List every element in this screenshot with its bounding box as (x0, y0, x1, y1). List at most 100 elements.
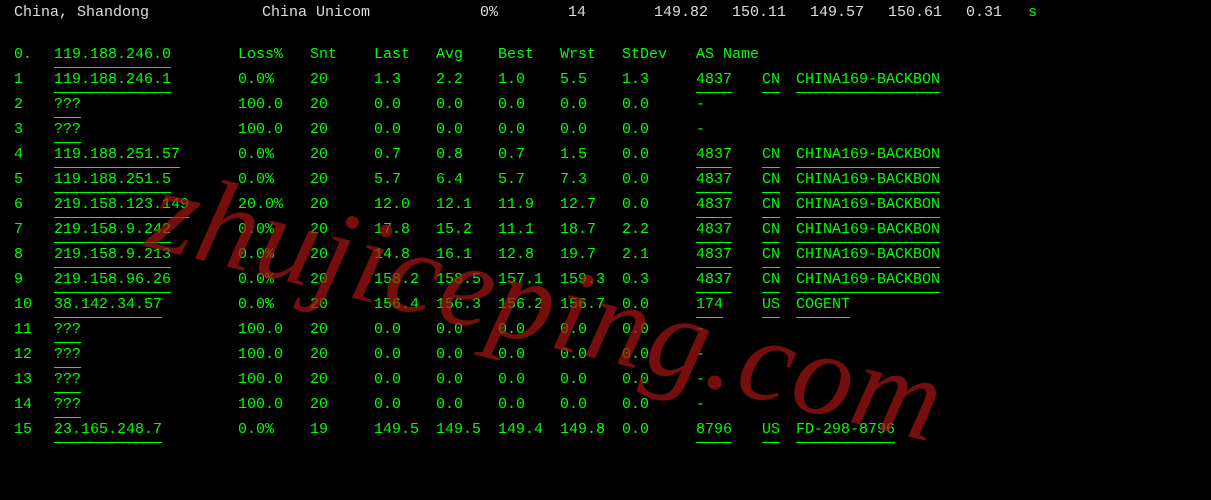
hop-best: 0.0 (498, 368, 560, 393)
hop-asn: 4837 (696, 268, 762, 293)
count: 14 (568, 4, 654, 21)
hdr-host: 119.188.246.0 (54, 43, 238, 68)
hdr-best: Best (498, 43, 560, 68)
hop-cc: CN (762, 143, 796, 168)
hop-loss: 20.0% (238, 193, 310, 218)
hop-loss: 0.0% (238, 243, 310, 268)
hop-avg: 0.8 (436, 143, 498, 168)
hop-stdev: 0.3 (622, 268, 696, 293)
hop-last: 156.4 (374, 293, 436, 318)
hop-stdev: 2.2 (622, 218, 696, 243)
hop-asn: - (696, 343, 762, 368)
table-row: 12???100.0200.00.00.00.00.0- (14, 343, 1197, 368)
hop-stdev: 2.1 (622, 243, 696, 268)
hop-index: 1 (14, 68, 54, 93)
hop-cc: US (762, 293, 796, 318)
hop-wrst: 0.0 (560, 368, 622, 393)
hop-avg: 0.0 (436, 93, 498, 118)
hop-avg: 156.3 (436, 293, 498, 318)
hop-asn: - (696, 318, 762, 343)
hop-host: ??? (54, 318, 238, 343)
hop-stdev: 0.0 (622, 318, 696, 343)
hop-last: 0.0 (374, 318, 436, 343)
hop-asn: 8796 (696, 418, 762, 443)
stdev-val: 0.31 (966, 4, 1028, 21)
hop-loss: 100.0 (238, 368, 310, 393)
hop-asname: CHINA169-BACKBON (796, 168, 1197, 193)
hop-wrst: 0.0 (560, 343, 622, 368)
hop-last: 1.3 (374, 68, 436, 93)
last-val: 150.11 (732, 4, 810, 21)
hop-best: 0.7 (498, 143, 560, 168)
hop-snt: 20 (310, 218, 374, 243)
hop-asname: CHINA169-BACKBON (796, 243, 1197, 268)
hop-last: 0.0 (374, 393, 436, 418)
hop-snt: 20 (310, 68, 374, 93)
hop-best: 156.2 (498, 293, 560, 318)
hop-cc: US (762, 418, 796, 443)
hop-snt: 20 (310, 118, 374, 143)
hop-asname: COGENT (796, 293, 1197, 318)
hop-wrst: 12.7 (560, 193, 622, 218)
hop-stdev: 0.0 (622, 118, 696, 143)
hop-loss: 0.0% (238, 218, 310, 243)
hop-cc (762, 118, 796, 143)
table-row: 6219.158.123.14920.0%2012.012.111.912.70… (14, 193, 1197, 218)
hop-cc (762, 343, 796, 368)
hdr-idx: 0. (14, 43, 54, 68)
hop-last: 5.7 (374, 168, 436, 193)
hop-asn: - (696, 393, 762, 418)
hop-avg: 0.0 (436, 118, 498, 143)
location: China, Shandong (14, 4, 262, 21)
mtr-header-row: 0. 119.188.246.0 Loss% Snt Last Avg Best… (14, 43, 1197, 68)
hop-host: 119.188.251.57 (54, 143, 238, 168)
hop-loss: 100.0 (238, 318, 310, 343)
hop-index: 9 (14, 268, 54, 293)
hop-loss: 0.0% (238, 143, 310, 168)
hop-asn: 4837 (696, 193, 762, 218)
hop-wrst: 0.0 (560, 93, 622, 118)
hop-cc: CN (762, 243, 796, 268)
hop-avg: 0.0 (436, 343, 498, 368)
hop-cc: CN (762, 268, 796, 293)
hop-last: 12.0 (374, 193, 436, 218)
hop-cc (762, 318, 796, 343)
loss-pct: 0% (480, 4, 568, 21)
hop-last: 0.0 (374, 118, 436, 143)
hdr-asname: AS Name (696, 43, 1197, 68)
hop-host: ??? (54, 343, 238, 368)
hop-last: 0.0 (374, 343, 436, 368)
hop-host: 219.158.9.213 (54, 243, 238, 268)
hop-wrst: 7.3 (560, 168, 622, 193)
hop-index: 8 (14, 243, 54, 268)
table-row: 7219.158.9.2420.0%2017.815.211.118.72.24… (14, 218, 1197, 243)
hop-asname (796, 368, 1197, 393)
hop-index: 13 (14, 368, 54, 393)
hop-loss: 100.0 (238, 118, 310, 143)
hop-cc (762, 393, 796, 418)
hop-wrst: 156.7 (560, 293, 622, 318)
hop-last: 158.2 (374, 268, 436, 293)
hop-index: 14 (14, 393, 54, 418)
hdr-wrst: Wrst (560, 43, 622, 68)
table-row: 5119.188.251.50.0%205.76.45.77.30.04837C… (14, 168, 1197, 193)
hop-best: 11.1 (498, 218, 560, 243)
hop-best: 5.7 (498, 168, 560, 193)
hop-index: 4 (14, 143, 54, 168)
hop-avg: 0.0 (436, 318, 498, 343)
hop-cc: CN (762, 218, 796, 243)
hop-last: 14.8 (374, 243, 436, 268)
worst-val: 150.61 (888, 4, 966, 21)
hop-best: 0.0 (498, 118, 560, 143)
hop-index: 7 (14, 218, 54, 243)
hop-asname: CHINA169-BACKBON (796, 68, 1197, 93)
hop-wrst: 0.0 (560, 393, 622, 418)
hop-stdev: 0.0 (622, 293, 696, 318)
hop-best: 149.4 (498, 418, 560, 443)
hop-index: 3 (14, 118, 54, 143)
hop-host: ??? (54, 118, 238, 143)
hop-cc: CN (762, 193, 796, 218)
hop-stdev: 0.0 (622, 168, 696, 193)
hop-avg: 2.2 (436, 68, 498, 93)
table-row: 1119.188.246.10.0%201.32.21.05.51.34837C… (14, 68, 1197, 93)
